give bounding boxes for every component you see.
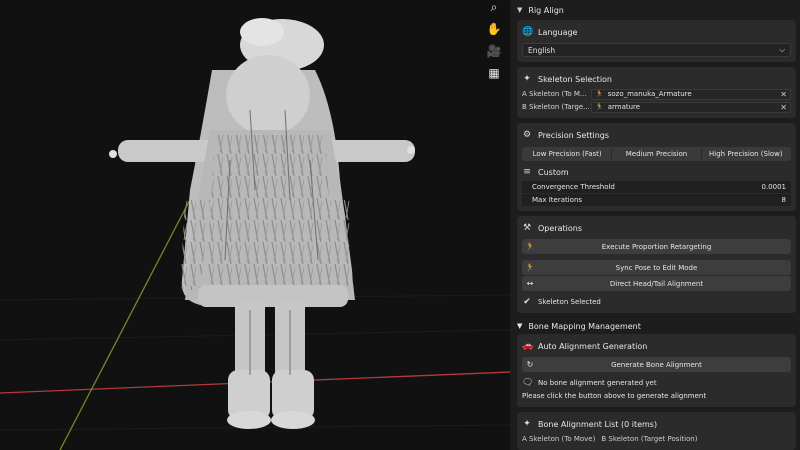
- bone-mapping-header[interactable]: ▼ Bone Mapping Management: [510, 318, 800, 334]
- bone-icon: ✦: [523, 74, 531, 84]
- gear-icon: ⚙: [522, 130, 532, 140]
- language-heading-row: 🌐 Language: [522, 24, 791, 40]
- no-alignment-row: 🗨 No bone alignment generated yet: [522, 376, 791, 389]
- max-iterations-field[interactable]: Max Iterations 8: [522, 194, 791, 206]
- skeleton-selection-heading: Skeleton Selection: [538, 74, 613, 84]
- bone-list-heading-row: ✦ Bone Alignment List (0 items): [522, 416, 791, 432]
- column-b: B Skeleton (Target Position): [601, 434, 698, 443]
- operations-heading: Operations: [538, 223, 582, 233]
- viewport-nav-tools: ⌕ ✋ 🎥 ▦: [486, 0, 502, 80]
- refresh-icon: ↻: [526, 360, 534, 369]
- camera-icon[interactable]: 🎥: [486, 44, 502, 58]
- 3d-viewport[interactable]: ⌕ ✋ 🎥 ▦: [0, 0, 510, 450]
- rig-align-panel: ▼ Rig Align 🌐 Language English ⌵ ✦ Skele…: [510, 0, 800, 450]
- skeleton-b-value: armature: [607, 103, 641, 111]
- language-dropdown[interactable]: English ⌵: [522, 43, 791, 57]
- execute-retargeting-button[interactable]: 🏃 Execute Proportion Retargeting: [522, 239, 791, 254]
- operations-section: ⚒ Operations 🏃 Execute Proportion Retarg…: [517, 216, 796, 313]
- bone-list-columns: A Skeleton (To Move) B Skeleton (Target …: [522, 432, 791, 445]
- language-section: 🌐 Language English ⌵: [517, 20, 796, 62]
- skeleton-a-row: A Skeleton (To M... 🏃 sozo_manuka_Armatu…: [522, 88, 791, 100]
- skeleton-a-value: sozo_manuka_Armature: [607, 90, 692, 98]
- skeleton-a-label: A Skeleton (To M...: [522, 90, 587, 98]
- convergence-value: 0.0001: [761, 183, 787, 191]
- skeleton-a-field[interactable]: 🏃 sozo_manuka_Armature ✕: [591, 88, 791, 100]
- check-icon: ✔: [523, 296, 531, 307]
- skeleton-b-label: B Skeleton (Targe...: [522, 103, 590, 111]
- panel-header[interactable]: ▼ Rig Align: [510, 0, 800, 20]
- collapse-caret-icon[interactable]: ▼: [517, 322, 522, 330]
- zoom-icon[interactable]: ⌕: [486, 0, 502, 14]
- no-alignment-text: No bone alignment generated yet: [538, 378, 657, 387]
- hint-row: Please click the button above to generat…: [522, 389, 791, 402]
- max-iterations-label: Max Iterations: [532, 196, 583, 204]
- precision-segmented-control: Low Precision (Fast) Medium Precision Hi…: [522, 147, 791, 161]
- bone-mapping-heading: Bone Mapping Management: [528, 321, 641, 331]
- character-model[interactable]: [109, 18, 415, 429]
- precision-medium-button[interactable]: Medium Precision: [612, 148, 702, 160]
- precision-section: ⚙ Precision Settings Low Precision (Fast…: [517, 123, 796, 211]
- convergence-label: Convergence Threshold: [532, 183, 615, 191]
- bone-list-label: Bone Alignment List (0 items): [538, 419, 658, 429]
- generate-alignment-button[interactable]: ↻ Generate Bone Alignment: [522, 357, 791, 372]
- skeleton-status: Skeleton Selected: [538, 297, 601, 306]
- language-value: English: [528, 45, 556, 55]
- skeleton-status-row: ✔ Skeleton Selected: [522, 295, 791, 308]
- panel-title: Rig Align: [528, 5, 564, 15]
- grid-icon[interactable]: ▦: [486, 66, 502, 80]
- auto-alignment-label: Auto Alignment Generation: [538, 341, 648, 351]
- operations-heading-row: ⚒ Operations: [522, 220, 791, 236]
- column-a: A Skeleton (To Move): [522, 434, 596, 443]
- sync-pose-button[interactable]: 🏃 Sync Pose to Edit Mode: [522, 260, 791, 275]
- y-axis-line: [59, 189, 196, 450]
- custom-label: Custom: [538, 167, 569, 177]
- collapse-caret-icon[interactable]: ▼: [517, 6, 522, 14]
- direct-alignment-button[interactable]: ↔ Direct Head/Tail Alignment: [522, 276, 791, 291]
- auto-alignment-section: 🚗 Auto Alignment Generation ↻ Generate B…: [517, 334, 796, 407]
- clear-b-icon[interactable]: ✕: [780, 103, 787, 112]
- viewport-scene: [0, 18, 510, 450]
- skeleton-b-field[interactable]: 🏃 armature ✕: [591, 101, 791, 113]
- skeleton-selection-section: ✦ Skeleton Selection A Skeleton (To M...…: [517, 67, 796, 118]
- precision-high-button[interactable]: High Precision (Slow): [701, 148, 790, 160]
- language-heading: Language: [538, 27, 578, 37]
- pose-icon: 🏃: [525, 263, 535, 272]
- hand-icon[interactable]: ✋: [486, 22, 502, 36]
- hint-text: Please click the button above to generat…: [522, 391, 707, 400]
- convergence-threshold-field[interactable]: Convergence Threshold 0.0001: [522, 181, 791, 193]
- double-arrow-icon: ↔: [526, 279, 534, 288]
- clear-a-icon[interactable]: ✕: [780, 90, 787, 99]
- precision-heading-row: ⚙ Precision Settings: [522, 127, 791, 143]
- armature-icon: 🏃: [595, 90, 604, 98]
- blender-window: ⌕ ✋ 🎥 ▦ ▼ Rig Align 🌐 Language English ⌵: [0, 0, 800, 450]
- tools-icon: ⚒: [522, 223, 532, 233]
- precision-low-button[interactable]: Low Precision (Fast): [523, 148, 613, 160]
- chevron-down-icon: ⌵: [779, 45, 785, 54]
- skeleton-b-row: B Skeleton (Targe... 🏃 armature ✕: [522, 101, 791, 113]
- max-iterations-value: 8: [781, 196, 786, 204]
- execute-retargeting-label: Execute Proportion Retargeting: [601, 242, 712, 251]
- armature-icon: 🏃: [595, 103, 604, 111]
- bone-list-section: ✦ Bone Alignment List (0 items) A Skelet…: [517, 412, 796, 450]
- precision-heading: Precision Settings: [538, 130, 610, 140]
- sliders-icon: ≡: [523, 167, 531, 177]
- skeleton-selection-heading-row: ✦ Skeleton Selection: [522, 71, 791, 87]
- auto-alignment-heading-row: 🚗 Auto Alignment Generation: [522, 338, 791, 354]
- car-icon: 🚗: [522, 341, 534, 351]
- bone-icon: ✦: [523, 419, 531, 429]
- custom-heading-row: ≡ Custom: [522, 164, 791, 180]
- globe-icon: 🌐: [522, 27, 534, 37]
- run-pose-icon: 🏃: [525, 242, 535, 251]
- sync-pose-label: Sync Pose to Edit Mode: [615, 263, 698, 272]
- direct-alignment-label: Direct Head/Tail Alignment: [609, 279, 704, 288]
- info-icon: 🗨: [522, 377, 534, 388]
- generate-alignment-label: Generate Bone Alignment: [611, 360, 702, 369]
